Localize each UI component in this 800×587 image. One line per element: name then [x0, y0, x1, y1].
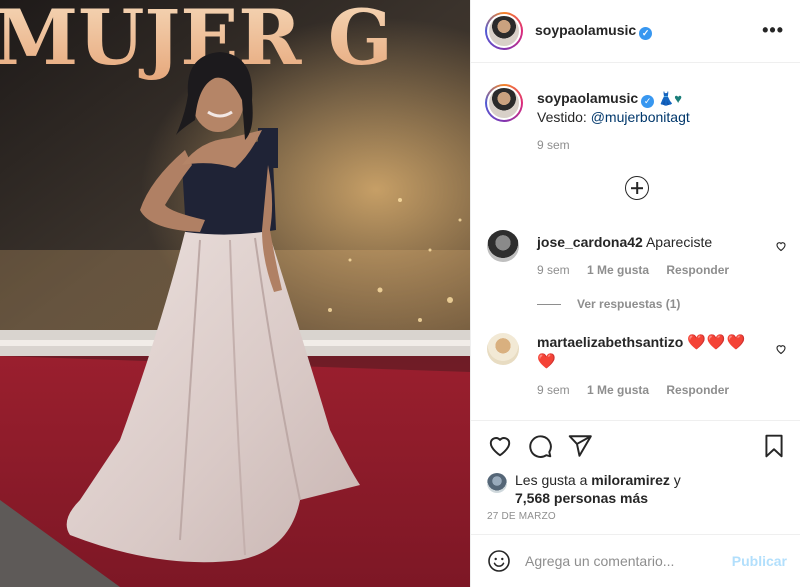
add-comment-bar: Publicar — [471, 534, 800, 587]
comment-meta: 9 sem 1 Me gusta Responder — [537, 383, 787, 397]
verified-badge-icon: ✓ — [641, 95, 655, 108]
post-caption: soypaolamusic ✓ 👗♥ Vestido: @mujerbonitag… — [485, 84, 785, 154]
view-replies-button[interactable]: Ver respuestas (1) — [537, 297, 787, 311]
comment-reply-button[interactable]: Responder — [666, 383, 729, 397]
replies-divider — [537, 303, 561, 305]
caption-emoji: 👗♥ — [658, 91, 682, 106]
likes-others-count[interactable]: 7,568 personas más — [515, 490, 648, 506]
commenter-avatar[interactable] — [487, 333, 519, 365]
comment-meta: 9 sem 1 Me gusta Responder — [537, 263, 787, 277]
comment-bubble-icon[interactable] — [527, 433, 553, 459]
liker-avatar[interactable] — [487, 473, 507, 493]
save-bookmark-icon[interactable] — [761, 433, 787, 459]
comment-reply-button[interactable]: Responder — [666, 263, 729, 277]
emoji-smiley-icon[interactable] — [487, 549, 511, 573]
caption-mention-link[interactable]: @mujerbonitagt — [591, 109, 690, 125]
verified-badge-icon: ✓ — [639, 27, 653, 40]
comment-likes-count[interactable]: 1 Me gusta — [587, 263, 649, 277]
comment-like-heart-icon[interactable] — [775, 343, 787, 355]
caption-avatar[interactable] — [485, 84, 523, 122]
comment-time[interactable]: 9 sem — [537, 263, 570, 277]
comment-time[interactable]: 9 sem — [537, 383, 570, 397]
post-date[interactable]: 27 DE MARZO — [471, 505, 800, 533]
caption-username[interactable]: soypaolamusic — [537, 90, 638, 106]
likes-connector: y — [669, 472, 681, 488]
author-avatar[interactable] — [485, 12, 523, 50]
comment-input[interactable] — [525, 553, 732, 569]
comment-username[interactable]: jose_cardona42 — [537, 234, 643, 250]
action-bar — [471, 421, 800, 471]
view-replies-label[interactable]: Ver respuestas (1) — [577, 297, 680, 311]
author-username-text[interactable]: soypaolamusic — [535, 22, 636, 38]
post-photo[interactable]: MUJER G — [0, 0, 470, 587]
comment-likes-count[interactable]: 1 Me gusta — [587, 383, 649, 397]
commenter-avatar[interactable] — [487, 230, 519, 262]
liker-username[interactable]: miloramirez — [591, 472, 670, 488]
post-image: MUJER G — [0, 0, 470, 587]
comment-text: Apareciste — [645, 234, 713, 250]
comment-like-heart-icon[interactable] — [775, 240, 787, 252]
caption-time[interactable]: 9 sem — [537, 136, 785, 154]
comment-item: martaelizabethsantizo ❤️❤️❤️❤️ 9 sem 1 M… — [485, 333, 787, 397]
likes-summary: Les gusta a miloramirez y 7,568 personas… — [471, 471, 800, 506]
post-side-panel: soypaolamusic ✓ ••• soypaolamusic ✓ 👗♥ Ves… — [470, 0, 800, 587]
publish-button[interactable]: Publicar — [732, 553, 787, 569]
post-header: soypaolamusic ✓ ••• — [471, 0, 800, 63]
author-username[interactable]: soypaolamusic ✓ — [535, 22, 653, 40]
load-more-comments-icon[interactable] — [625, 176, 649, 200]
likes-prefix: Les gusta a — [515, 472, 592, 488]
comment-item: jose_cardona42 Apareciste 9 sem 1 Me gus… — [485, 230, 787, 311]
post-actions-section: Les gusta a miloramirez y 7,568 personas… — [471, 420, 800, 533]
comment-username[interactable]: martaelizabethsantizo — [537, 334, 683, 350]
caption-text: Vestido: — [537, 109, 591, 125]
share-paper-plane-icon[interactable] — [567, 433, 593, 459]
more-options-icon[interactable]: ••• — [762, 20, 784, 41]
like-heart-icon[interactable] — [487, 433, 513, 459]
